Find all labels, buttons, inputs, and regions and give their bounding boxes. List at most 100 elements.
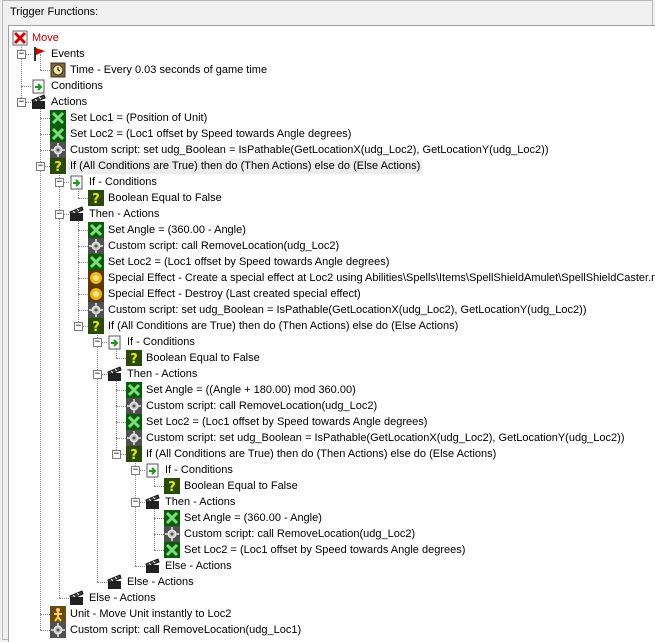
tree-item[interactable]: Set Loc2 = (Loc1 offset by Speed towards…	[50, 126, 353, 142]
tree-item[interactable]: Set Angle = (360.00 - Angle)	[164, 510, 324, 526]
tree-item-label: Boolean Equal to False	[184, 479, 298, 492]
tree-item-label: Set Loc1 = (Position of Unit)	[70, 111, 208, 124]
tree-item[interactable]: Custom script: call RemoveLocation(udg_L…	[164, 526, 417, 542]
tree-item[interactable]: Custom script: call RemoveLocation(udg_L…	[50, 622, 303, 638]
tree-connector	[40, 134, 50, 135]
tree-item[interactable]: If - Conditions	[69, 174, 159, 190]
tree-item[interactable]: Custom script: call RemoveLocation(udg_L…	[126, 398, 379, 414]
if-question-icon: ?	[164, 478, 180, 494]
tree-item[interactable]: Then - Actions	[69, 206, 161, 222]
tree-item-label: Set Loc2 = (Loc1 offset by Speed towards…	[108, 255, 390, 268]
tree-item[interactable]: ? If (All Conditions are True) then do (T…	[88, 318, 460, 334]
conditions-icon	[145, 462, 161, 478]
special-effect-icon	[88, 270, 104, 286]
tree-item[interactable]: If - Conditions	[107, 334, 197, 350]
collapse-toggle-icon[interactable]: −	[93, 338, 102, 347]
set-variable-icon	[50, 126, 66, 142]
tree-connector	[78, 246, 88, 247]
tree-item[interactable]: Special Effect - Destroy (Last created s…	[88, 286, 363, 302]
tree-item[interactable]: Set Loc2 = (Loc1 offset by Speed towards…	[88, 254, 391, 270]
tree-item-label: Custom script: set udg_Boolean = IsPatha…	[108, 303, 587, 316]
collapse-toggle-icon[interactable]: −	[17, 50, 26, 59]
unit-move-icon	[50, 606, 66, 622]
tree-item[interactable]: ? Boolean Equal to False	[88, 190, 224, 206]
clock-event-icon	[50, 62, 66, 78]
set-variable-icon	[88, 254, 104, 270]
tree-connector	[116, 406, 126, 407]
tree-item[interactable]: Unit - Move Unit instantly to Loc2	[50, 606, 233, 622]
tree-connector	[21, 38, 22, 102]
tree-item[interactable]: ? Boolean Equal to False	[164, 478, 300, 494]
tree-item-label: Set Loc2 = (Loc1 offset by Speed towards…	[70, 127, 352, 140]
tree-item[interactable]: Set Angle = ((Angle + 180.00) mod 360.00…	[126, 382, 358, 398]
events-flag-icon	[31, 46, 47, 62]
tree-item[interactable]: Else - Actions	[107, 574, 196, 590]
tree-item-label: Special Effect - Destroy (Last created s…	[108, 287, 361, 300]
tree-item[interactable]: Set Angle = (360.00 - Angle)	[88, 222, 248, 238]
tree-connector	[78, 262, 88, 263]
custom-script-icon	[50, 142, 66, 158]
tree-item-label: Set Angle = ((Angle + 180.00) mod 360.00…	[146, 383, 356, 396]
tree-item[interactable]: Events	[31, 46, 87, 62]
collapse-toggle-icon[interactable]: −	[17, 98, 26, 107]
panel-title: Trigger Functions:	[9, 5, 100, 19]
tree-item[interactable]: Else - Actions	[145, 558, 234, 574]
collapse-toggle-icon[interactable]: −	[93, 370, 102, 379]
tree-item[interactable]: Else - Actions	[69, 590, 158, 606]
collapse-toggle-icon[interactable]: −	[36, 162, 45, 171]
tree-item[interactable]: Set Loc2 = (Loc1 offset by Speed towards…	[126, 414, 429, 430]
tree-connector	[78, 198, 88, 199]
conditions-icon	[69, 174, 85, 190]
collapse-toggle-icon[interactable]: −	[55, 178, 64, 187]
tree-connector	[116, 374, 117, 454]
tree-connector	[59, 598, 69, 599]
set-variable-icon	[126, 382, 142, 398]
tree-item[interactable]: Custom script: set udg_Boolean = IsPatha…	[126, 430, 626, 446]
tree-item[interactable]: Special Effect - Create a special effect…	[88, 270, 655, 286]
collapse-toggle-icon[interactable]: −	[112, 450, 121, 459]
collapse-toggle-icon[interactable]: −	[131, 466, 140, 475]
tree-item[interactable]: Then - Actions	[107, 366, 199, 382]
tree-item-label: Actions	[51, 95, 88, 108]
tree-item[interactable]: Custom script: set udg_Boolean = IsPatha…	[50, 142, 550, 158]
trigger-tree[interactable]: Move − Events Time - Every 0.03 seconds of …	[8, 25, 655, 642]
tree-item[interactable]: Time - Every 0.03 seconds of game time	[50, 62, 269, 78]
tree-connector	[40, 118, 50, 119]
custom-script-icon	[50, 622, 66, 638]
svg-text:?: ?	[130, 448, 138, 462]
tree-item[interactable]: Set Loc2 = (Loc1 offset by Speed towards…	[164, 542, 467, 558]
tree-item[interactable]: Custom script: set udg_Boolean = IsPatha…	[88, 302, 588, 318]
set-variable-icon	[88, 222, 104, 238]
tree-connector	[154, 486, 164, 487]
tree-item-label: Unit - Move Unit instantly to Loc2	[70, 607, 232, 620]
tree-item[interactable]: Set Loc1 = (Position of Unit)	[50, 110, 209, 126]
tree-item[interactable]: Actions	[31, 94, 89, 110]
set-variable-icon	[126, 414, 142, 430]
tree-connector	[97, 326, 98, 582]
collapse-toggle-icon[interactable]: −	[131, 498, 140, 507]
svg-text:?: ?	[168, 480, 176, 494]
custom-script-icon	[126, 430, 142, 446]
tree-connector	[40, 102, 41, 630]
tree-item[interactable]: If - Conditions	[145, 462, 235, 478]
tree-connector	[40, 70, 50, 71]
set-variable-icon	[50, 110, 66, 126]
tree-item[interactable]: Custom script: call RemoveLocation(udg_L…	[88, 238, 341, 254]
tree-connector	[135, 566, 145, 567]
tree-item[interactable]: ? Boolean Equal to False	[126, 350, 262, 366]
tree-connector	[116, 438, 126, 439]
collapse-toggle-icon[interactable]: −	[55, 210, 64, 219]
tree-item-label: Custom script: set udg_Boolean = IsPatha…	[146, 431, 625, 444]
tree-item-label: Events	[51, 47, 85, 60]
tree-item[interactable]: Conditions	[31, 78, 105, 94]
tree-connector	[40, 150, 50, 151]
collapse-toggle-icon[interactable]: −	[74, 322, 83, 331]
tree-root-item[interactable]: Move	[12, 30, 61, 46]
tree-item[interactable]: ? If (All Conditions are True) then do (T…	[126, 446, 498, 462]
tree-item-label: Else - Actions	[165, 559, 232, 572]
tree-item[interactable]: Then - Actions	[145, 494, 237, 510]
conditions-icon	[31, 78, 47, 94]
tree-item-label: Then - Actions	[89, 207, 160, 220]
tree-item[interactable]: ? If (All Conditions are True) then do (T…	[50, 158, 423, 174]
tree-item-label: If - Conditions	[127, 335, 195, 348]
